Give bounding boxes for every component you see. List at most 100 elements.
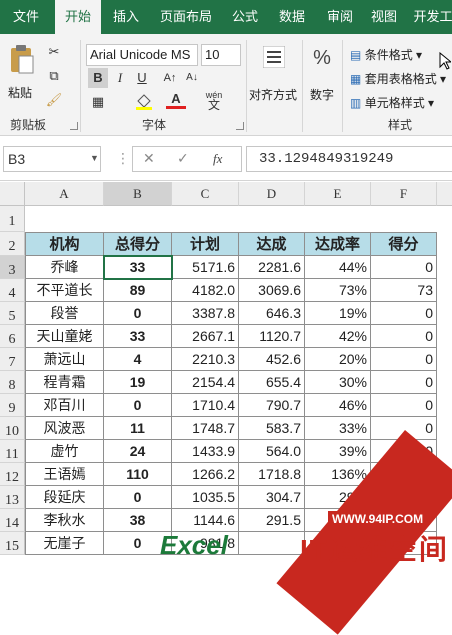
table-cell[interactable]: 19 (104, 371, 172, 394)
table-cell[interactable]: 0 (104, 486, 172, 509)
table-cell[interactable]: 89 (104, 279, 172, 302)
font-launcher-icon[interactable] (236, 122, 244, 130)
tab-developer[interactable]: 开发工 (408, 0, 452, 34)
column-header-c[interactable]: C (172, 182, 239, 206)
table-cell[interactable]: 73 (371, 279, 437, 302)
tab-insert[interactable]: 插入 (104, 0, 148, 34)
border-icon[interactable]: ▦ (88, 92, 108, 112)
decrease-font-icon[interactable]: A↓ (182, 68, 202, 88)
table-cell[interactable]: 1748.7 (172, 417, 239, 440)
table-cell[interactable]: 1035.5 (172, 486, 239, 509)
column-header-b[interactable]: B (104, 182, 172, 206)
underline-button[interactable]: U (132, 68, 152, 88)
tab-review[interactable]: 审阅 (318, 0, 362, 34)
table-cell[interactable]: 33 (104, 325, 172, 348)
font-size-select[interactable]: 10 (201, 44, 241, 66)
table-cell[interactable]: 乔峰 (25, 256, 104, 279)
row-header[interactable]: 10 (0, 417, 25, 440)
format-painter-icon[interactable]: 🖌 (44, 90, 64, 110)
row-header[interactable]: 14 (0, 509, 25, 532)
table-cell[interactable]: 564.0 (239, 440, 305, 463)
column-header-e[interactable]: E (305, 182, 371, 206)
row-header[interactable]: 3 (0, 256, 25, 279)
table-header-cell[interactable]: 达成率 (305, 232, 371, 256)
format-as-table-button[interactable]: ▦ 套用表格格式 ▾ (350, 70, 446, 87)
table-cell[interactable]: 萧远山 (25, 348, 104, 371)
table-cell[interactable]: 程青霜 (25, 371, 104, 394)
cut-icon[interactable]: ✂ (44, 42, 64, 62)
table-header-cell[interactable]: 计划 (172, 232, 239, 256)
table-cell[interactable]: 304.7 (239, 486, 305, 509)
table-cell[interactable]: 李秋水 (25, 509, 104, 532)
table-cell[interactable]: 1710.4 (172, 394, 239, 417)
name-box[interactable]: B3 (3, 146, 101, 172)
table-cell[interactable]: 0 (371, 371, 437, 394)
table-header-cell[interactable]: 总得分 (104, 232, 172, 256)
font-name-select[interactable]: Arial Unicode MS (86, 44, 198, 66)
cancel-icon[interactable]: ✕ (143, 150, 155, 167)
table-cell[interactable]: 583.7 (239, 417, 305, 440)
tab-data[interactable]: 数据 (270, 0, 314, 34)
table-cell[interactable]: 24 (104, 440, 172, 463)
number-button[interactable]: % 数字 (306, 42, 338, 106)
row-header[interactable]: 4 (0, 279, 25, 302)
table-cell[interactable]: 2154.4 (172, 371, 239, 394)
table-cell[interactable]: 1266.2 (172, 463, 239, 486)
bold-button[interactable]: B (88, 68, 108, 88)
table-cell[interactable]: 邓百川 (25, 394, 104, 417)
table-cell[interactable]: 11 (104, 417, 172, 440)
table-cell[interactable] (239, 532, 305, 555)
table-cell[interactable]: 655.4 (239, 371, 305, 394)
table-cell[interactable]: 0 (104, 302, 172, 325)
row-header[interactable]: 12 (0, 463, 25, 486)
table-cell[interactable]: 虚竹 (25, 440, 104, 463)
table-header-cell[interactable]: 机构 (25, 232, 104, 256)
table-cell[interactable]: 4182.0 (172, 279, 239, 302)
table-cell[interactable]: 4 (104, 348, 172, 371)
table-header-cell[interactable]: 达成 (239, 232, 305, 256)
row-header[interactable]: 8 (0, 371, 25, 394)
table-cell[interactable]: 1120.7 (239, 325, 305, 348)
fill-color-icon[interactable] (134, 92, 154, 112)
table-cell[interactable]: 风波恶 (25, 417, 104, 440)
confirm-icon[interactable]: ✓ (177, 150, 189, 167)
table-cell[interactable]: 0 (371, 302, 437, 325)
table-cell[interactable]: 3387.8 (172, 302, 239, 325)
clipboard-launcher-icon[interactable] (70, 122, 78, 130)
phonetic-button[interactable]: wén 文 (204, 90, 224, 111)
table-cell[interactable]: 王语嫣 (25, 463, 104, 486)
row-header[interactable]: 2 (0, 232, 25, 256)
table-cell[interactable]: 0 (371, 348, 437, 371)
table-cell[interactable]: 73% (305, 279, 371, 302)
table-header-cell[interactable]: 得分 (371, 232, 437, 256)
table-cell[interactable]: 646.3 (239, 302, 305, 325)
tab-formulas[interactable]: 公式 (224, 0, 266, 34)
row-header[interactable]: 13 (0, 486, 25, 509)
row-header[interactable]: 11 (0, 440, 25, 463)
table-cell[interactable]: 天山童姥 (25, 325, 104, 348)
table-cell[interactable]: 790.7 (239, 394, 305, 417)
formula-input[interactable]: 33.1294849319249 (246, 146, 452, 172)
italic-button[interactable]: I (110, 68, 130, 88)
table-cell[interactable]: 2667.1 (172, 325, 239, 348)
table-cell[interactable]: 3069.6 (239, 279, 305, 302)
table-cell[interactable]: 0 (371, 325, 437, 348)
name-box-dropdown-icon[interactable]: ▼ (90, 153, 99, 163)
table-cell[interactable]: 0 (371, 256, 437, 279)
table-cell[interactable]: 19% (305, 302, 371, 325)
table-cell[interactable]: 段誉 (25, 302, 104, 325)
row-header[interactable]: 7 (0, 348, 25, 371)
table-cell[interactable]: 30% (305, 371, 371, 394)
column-header-a[interactable]: A (25, 182, 104, 206)
table-cell[interactable]: 2210.3 (172, 348, 239, 371)
row-header[interactable]: 5 (0, 302, 25, 325)
column-header-f[interactable]: F (371, 182, 437, 206)
table-cell[interactable]: 20% (305, 348, 371, 371)
copy-icon[interactable]: ⧉ (44, 66, 64, 86)
table-cell[interactable]: 44% (305, 256, 371, 279)
table-cell[interactable]: 39% (305, 440, 371, 463)
select-all-corner[interactable] (0, 182, 25, 206)
tab-view[interactable]: 视图 (364, 0, 404, 34)
paste-button[interactable]: 粘贴 (6, 42, 36, 106)
cell-styles-button[interactable]: ▥ 单元格样式 ▾ (350, 94, 434, 111)
